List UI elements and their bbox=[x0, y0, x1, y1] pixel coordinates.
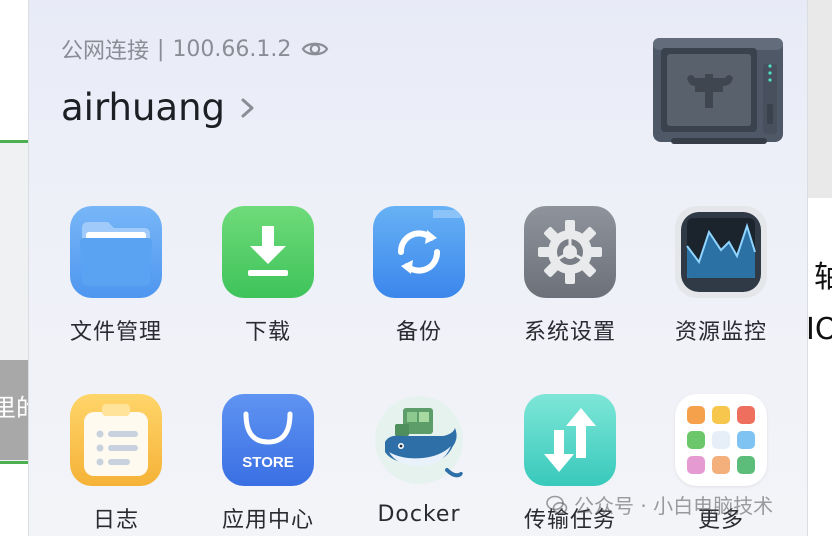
app-download[interactable]: 下载 bbox=[193, 206, 343, 356]
nas-quick-panel: 公网连接 | 100.66.1.2 airhuang 文件管理 下载 备份 系统… bbox=[28, 0, 808, 536]
app-label: 备份 bbox=[395, 320, 442, 345]
app-label: 资源监控 bbox=[674, 320, 767, 345]
app-label: 系统设置 bbox=[523, 320, 616, 345]
connection-separator: | bbox=[157, 36, 165, 62]
transfer-arrows-icon bbox=[524, 394, 616, 486]
app-label: 日志 bbox=[92, 508, 139, 533]
app-label: 下载 bbox=[244, 320, 291, 345]
chevron-right-icon bbox=[241, 98, 254, 117]
username: airhuang bbox=[61, 86, 226, 129]
user-account-link[interactable]: airhuang bbox=[61, 86, 259, 129]
backup-sync-icon bbox=[373, 206, 465, 298]
app-store[interactable]: STORE 应用中心 bbox=[193, 394, 343, 536]
app-backup[interactable]: 备份 bbox=[344, 206, 494, 356]
nas-device-icon bbox=[653, 38, 783, 144]
eye-icon[interactable] bbox=[301, 35, 329, 63]
connection-info: 公网连接 | 100.66.1.2 bbox=[61, 33, 329, 65]
docker-whale-icon bbox=[373, 394, 465, 486]
activity-monitor-icon bbox=[675, 206, 767, 298]
background-right-text-1: 轴 bbox=[814, 260, 832, 295]
folder-icon bbox=[70, 206, 162, 298]
app-label: 文件管理 bbox=[69, 320, 162, 345]
store-badge: STORE bbox=[242, 454, 293, 471]
watermark-text: 公众号 · 小白电脑技术 bbox=[574, 494, 774, 518]
store-bag-icon: STORE bbox=[222, 394, 314, 486]
app-log[interactable]: 日志 bbox=[41, 394, 191, 536]
app-resource-monitor[interactable]: 资源监控 bbox=[646, 206, 796, 356]
wechat-icon bbox=[546, 495, 568, 514]
app-docker[interactable]: Docker bbox=[344, 394, 494, 536]
app-file-manager[interactable]: 文件管理 bbox=[41, 206, 191, 356]
app-label: Docker bbox=[377, 502, 461, 527]
watermark: 公众号 · 小白电脑技术 bbox=[546, 490, 773, 519]
grid-more-icon bbox=[675, 394, 767, 486]
app-system-settings[interactable]: 系统设置 bbox=[495, 206, 645, 356]
ip-address: 100.66.1.2 bbox=[172, 36, 292, 62]
gear-icon bbox=[524, 206, 616, 298]
app-label: 应用中心 bbox=[221, 508, 314, 533]
background-right-text-2: IO bbox=[806, 312, 832, 347]
download-icon bbox=[222, 206, 314, 298]
log-list-icon bbox=[70, 394, 162, 486]
background-right-gray-block bbox=[806, 0, 832, 198]
connection-type: 公网连接 bbox=[61, 39, 150, 64]
